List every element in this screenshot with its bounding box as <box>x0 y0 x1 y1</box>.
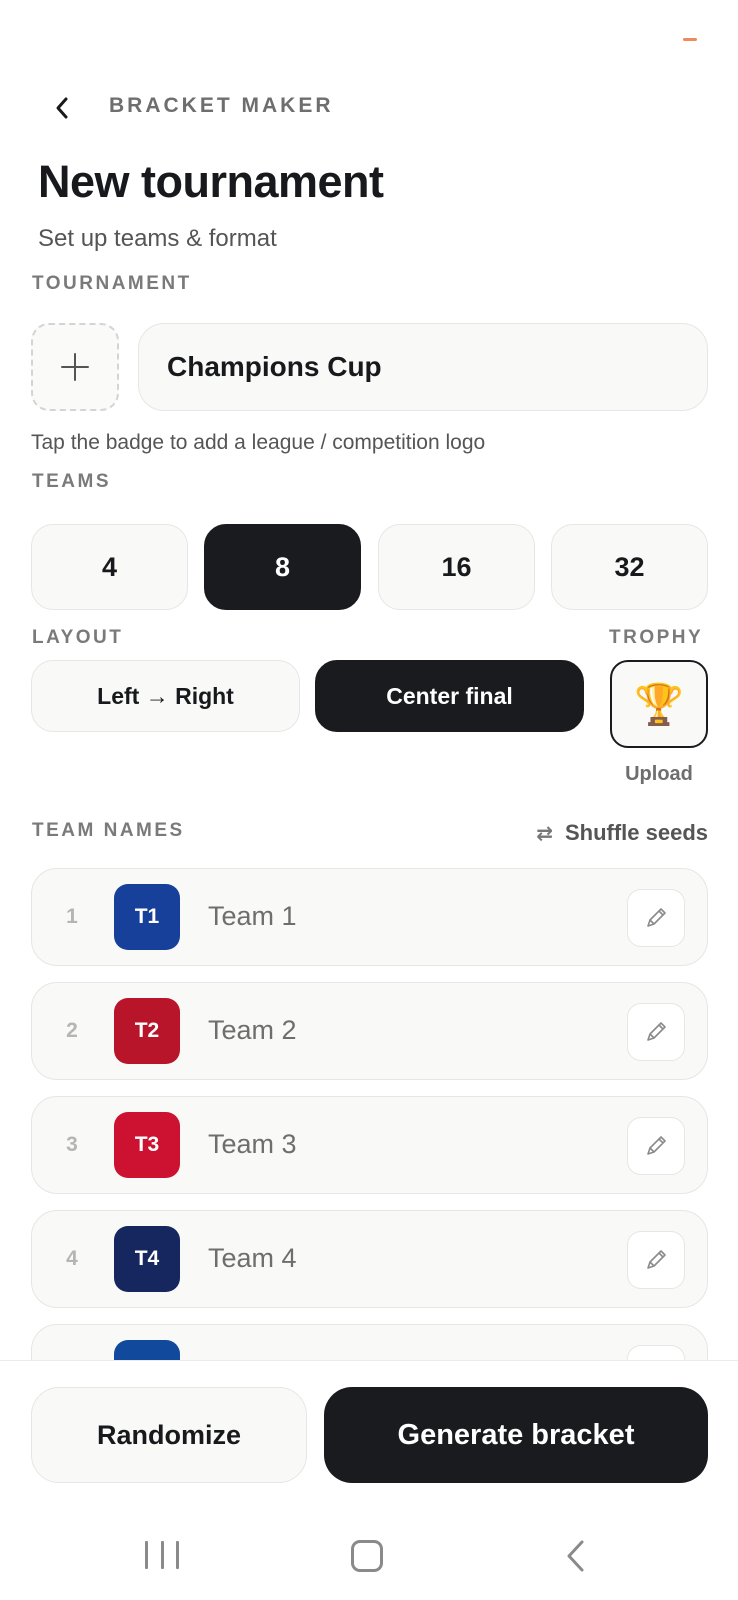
randomize-button[interactable]: Randomize <box>31 1387 307 1483</box>
pencil-icon <box>647 1022 666 1041</box>
edit-team-button[interactable] <box>627 1003 685 1061</box>
logo-hint: Tap the badge to add a league / competit… <box>31 431 486 454</box>
tournament-section-label: TOURNAMENT <box>32 273 192 294</box>
pencil-icon <box>647 1250 666 1269</box>
team-name[interactable]: Team 4 <box>208 1211 297 1306</box>
teams-option-32[interactable]: 32 <box>551 524 708 610</box>
top-bar: BRACKET MAKER <box>0 80 738 136</box>
shuffle-seeds-label: Shuffle seeds <box>564 820 708 845</box>
home-icon[interactable] <box>351 1540 383 1572</box>
team-row[interactable] <box>31 1324 708 1360</box>
team-badge[interactable]: T1 <box>114 884 180 950</box>
team-row[interactable]: 2 T2 Team 2 <box>31 982 708 1080</box>
page-subtitle: Set up teams & format <box>38 225 277 252</box>
team-badge[interactable]: T4 <box>114 1226 180 1292</box>
team-seed <box>52 1325 92 1360</box>
generate-bracket-button[interactable]: Generate bracket <box>324 1387 708 1483</box>
team-name[interactable]: Team 2 <box>208 983 297 1078</box>
back-button[interactable] <box>44 88 80 128</box>
shuffle-seeds-button[interactable]: ⇄ Shuffle seeds <box>536 820 708 846</box>
team-badge[interactable]: T2 <box>114 998 180 1064</box>
trophy-section-label: TROPHY <box>609 627 704 648</box>
team-badge[interactable]: T3 <box>114 1112 180 1178</box>
team-seed: 3 <box>66 1132 78 1156</box>
layout-option-center-final[interactable]: Center final <box>315 660 584 732</box>
team-list[interactable]: 1 T1 Team 1 2 T2 Team 2 3 T3 Team 3 4 T4 <box>0 866 738 1360</box>
add-logo-button[interactable] <box>31 323 119 411</box>
team-badge[interactable] <box>114 1340 180 1360</box>
team-name[interactable]: Team 1 <box>208 869 297 964</box>
app-title: BRACKET MAKER <box>109 94 334 117</box>
tournament-name-input[interactable]: Champions Cup <box>138 323 708 411</box>
page-title: New tournament <box>38 156 384 207</box>
teams-section-label: TEAMS <box>32 471 111 492</box>
layout-section-label: LAYOUT <box>32 627 124 648</box>
trophy-upload-button[interactable]: 🏆 <box>610 660 708 748</box>
team-row[interactable]: 1 T1 Team 1 <box>31 868 708 966</box>
team-seed: 1 <box>66 904 78 928</box>
edit-team-button[interactable] <box>627 1231 685 1289</box>
edit-team-button[interactable] <box>627 889 685 947</box>
status-indicator <box>683 38 697 41</box>
plus-icon <box>61 353 89 381</box>
shuffle-icon: ⇄ <box>536 822 553 845</box>
team-seed: 4 <box>66 1246 78 1270</box>
team-row[interactable]: 4 T4 Team 4 <box>31 1210 708 1308</box>
system-back-icon[interactable] <box>562 1538 590 1574</box>
team-seed: 2 <box>66 1018 78 1042</box>
teams-option-16[interactable]: 16 <box>378 524 535 610</box>
teams-option-8[interactable]: 8 <box>204 524 361 610</box>
chevron-left-icon <box>56 97 68 119</box>
edit-team-button[interactable] <box>627 1345 685 1360</box>
trophy-upload-label: Upload <box>625 763 693 785</box>
teams-option-4[interactable]: 4 <box>31 524 188 610</box>
team-name[interactable]: Team 3 <box>208 1097 297 1192</box>
trophy-icon: 🏆 <box>634 682 684 727</box>
team-names-section-label: TEAM NAMES <box>32 820 185 841</box>
recents-icon[interactable] <box>145 1541 179 1569</box>
pencil-icon <box>647 1136 666 1155</box>
layout-option-left-right[interactable]: Left → Right <box>31 660 300 732</box>
team-row[interactable]: 3 T3 Team 3 <box>31 1096 708 1194</box>
edit-team-button[interactable] <box>627 1117 685 1175</box>
pencil-icon <box>647 908 666 927</box>
